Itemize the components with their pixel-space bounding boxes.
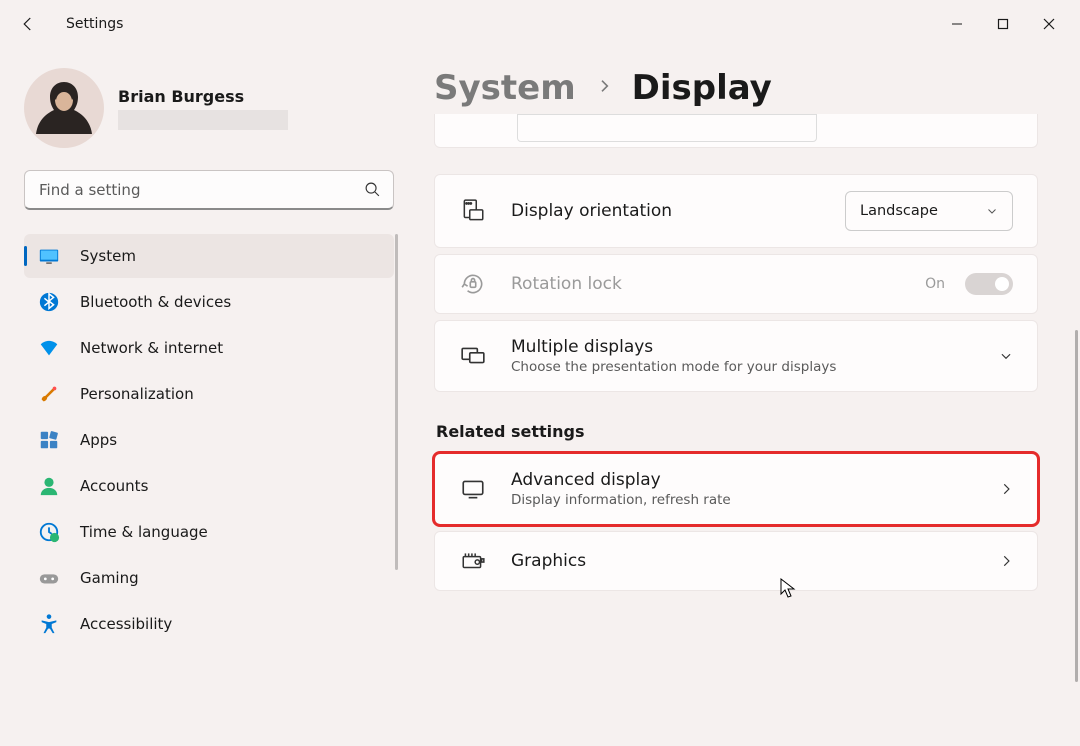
back-button[interactable] xyxy=(8,4,48,44)
nav-item-gaming[interactable]: Gaming xyxy=(24,556,394,600)
nav-list: System Bluetooth & devices Network & int… xyxy=(24,234,394,646)
nav-item-bluetooth[interactable]: Bluetooth & devices xyxy=(24,280,394,324)
card-rotation-lock: Rotation lock On xyxy=(434,254,1038,314)
system-icon xyxy=(38,245,60,267)
breadcrumb-parent[interactable]: System xyxy=(434,68,576,108)
page-scrollbar[interactable] xyxy=(1075,330,1078,682)
nav-label: Network & internet xyxy=(80,339,223,357)
breadcrumb-current: Display xyxy=(632,68,772,108)
nav-item-accessibility[interactable]: Accessibility xyxy=(24,602,394,646)
search-box[interactable] xyxy=(24,170,394,210)
nav-item-apps[interactable]: Apps xyxy=(24,418,394,462)
content-area: System Display Display orientation xyxy=(410,48,1080,746)
profile-meta-redacted xyxy=(118,110,288,130)
wifi-icon xyxy=(38,337,60,359)
card-advanced-display[interactable]: Advanced display Display information, re… xyxy=(434,453,1038,525)
graphics-title: Graphics xyxy=(511,551,975,571)
titlebar: Settings xyxy=(0,0,1080,48)
orientation-value: Landscape xyxy=(860,203,938,219)
profile-name: Brian Burgess xyxy=(118,87,396,106)
accounts-icon xyxy=(38,475,60,497)
nav-label: Personalization xyxy=(80,385,194,403)
nav-item-personalization[interactable]: Personalization xyxy=(24,372,394,416)
rotation-lock-label: Rotation lock xyxy=(511,274,901,294)
close-button[interactable] xyxy=(1026,8,1072,40)
nav-label: Time & language xyxy=(80,523,208,541)
chevron-right-icon xyxy=(999,482,1013,496)
chevron-right-icon xyxy=(596,78,612,98)
clock-icon xyxy=(38,521,60,543)
orientation-icon xyxy=(459,198,487,224)
orientation-label: Display orientation xyxy=(511,201,821,221)
multiple-displays-sub: Choose the presentation mode for your di… xyxy=(511,359,975,375)
orientation-dropdown[interactable]: Landscape xyxy=(845,191,1013,231)
breadcrumb: System Display xyxy=(434,68,1038,108)
sidebar: Brian Burgess System Bluetooth & devi xyxy=(0,48,410,746)
chevron-down-icon xyxy=(999,349,1013,363)
search-input[interactable] xyxy=(39,181,364,199)
multiple-displays-icon xyxy=(459,343,487,369)
rotation-lock-icon xyxy=(459,271,487,297)
card-graphics[interactable]: Graphics xyxy=(434,531,1038,591)
rotation-toggle xyxy=(965,273,1013,295)
nav-item-system[interactable]: System xyxy=(24,234,394,278)
card-partial-top xyxy=(434,114,1038,148)
monitor-icon xyxy=(459,476,487,502)
related-settings-heading: Related settings xyxy=(436,422,1038,441)
card-multiple-displays[interactable]: Multiple displays Choose the presentatio… xyxy=(434,320,1038,392)
nav-label: Apps xyxy=(80,431,117,449)
card-display-orientation: Display orientation Landscape xyxy=(434,174,1038,248)
window-controls xyxy=(934,8,1072,40)
chevron-down-icon xyxy=(986,205,998,217)
nav-label: Accessibility xyxy=(80,615,172,633)
brush-icon xyxy=(38,383,60,405)
advanced-display-title: Advanced display xyxy=(511,470,975,490)
window-title: Settings xyxy=(66,16,123,32)
search-icon xyxy=(364,181,381,198)
multiple-displays-title: Multiple displays xyxy=(511,337,975,357)
nav-item-network[interactable]: Network & internet xyxy=(24,326,394,370)
nav-label: Bluetooth & devices xyxy=(80,293,231,311)
nav-item-accounts[interactable]: Accounts xyxy=(24,464,394,508)
minimize-button[interactable] xyxy=(934,8,980,40)
maximize-button[interactable] xyxy=(980,8,1026,40)
nav-label: Accounts xyxy=(80,477,148,495)
rotation-state-text: On xyxy=(925,276,945,292)
bluetooth-icon xyxy=(38,291,60,313)
gaming-icon xyxy=(38,567,60,589)
advanced-display-sub: Display information, refresh rate xyxy=(511,492,975,508)
nav-label: Gaming xyxy=(80,569,139,587)
profile-block[interactable]: Brian Burgess xyxy=(24,68,396,148)
nav-item-time[interactable]: Time & language xyxy=(24,510,394,554)
chevron-right-icon xyxy=(999,554,1013,568)
nav-label: System xyxy=(80,247,136,265)
sidebar-scrollbar[interactable] xyxy=(395,234,398,570)
avatar xyxy=(24,68,104,148)
accessibility-icon xyxy=(38,613,60,635)
graphics-icon xyxy=(459,548,487,574)
apps-icon xyxy=(38,429,60,451)
